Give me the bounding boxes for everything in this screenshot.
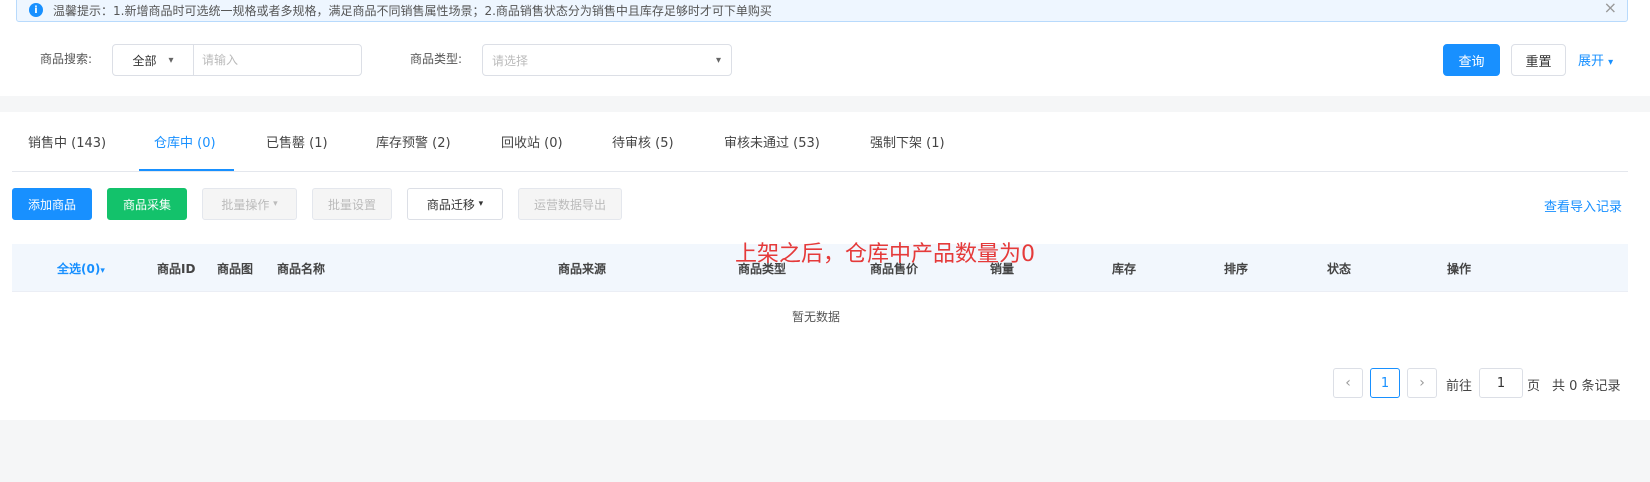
tab-stock-warning[interactable]: 库存预警 (2): [376, 132, 451, 151]
product-type-label: 商品类型:: [410, 52, 463, 66]
info-icon: i: [29, 3, 43, 17]
tab-in-warehouse[interactable]: 仓库中 (0): [154, 132, 216, 151]
tip-alert: i 温馨提示：1.新增商品时可选统一规格或者多规格，满足商品不同销售属性场景；2…: [16, 0, 1628, 22]
tab-force-removed[interactable]: 强制下架 (1): [870, 132, 945, 151]
search-scope-select[interactable]: 全部 ▾: [112, 44, 194, 76]
collect-product-button[interactable]: 商品采集: [107, 188, 187, 220]
migrate-product-button[interactable]: 商品迁移 ▾: [407, 188, 503, 220]
chevron-down-icon: ▾: [478, 199, 484, 209]
chevron-right-icon: ›: [1419, 375, 1425, 391]
search-input[interactable]: [193, 44, 362, 76]
reset-button[interactable]: 重置: [1511, 44, 1566, 76]
select-all-label: 全选(0): [57, 262, 101, 276]
product-search-label: 商品搜索:: [40, 52, 93, 66]
tab-review-rejected[interactable]: 审核未通过 (53): [724, 132, 820, 151]
view-import-records-link[interactable]: 查看导入记录: [1544, 196, 1622, 215]
add-product-button[interactable]: 添加商品: [12, 188, 92, 220]
product-type-placeholder: 请选择: [492, 53, 529, 68]
expand-label: 展开: [1578, 54, 1605, 69]
col-product-name: 商品名称: [277, 262, 326, 276]
filter-panel: i 温馨提示：1.新增商品时可选统一规格或者多规格，满足商品不同销售属性场景；2…: [0, 0, 1650, 96]
batch-operation-label: 批量操作: [221, 197, 270, 212]
tip-text: 温馨提示：1.新增商品时可选统一规格或者多规格，满足商品不同销售属性场景；2.商…: [53, 3, 772, 18]
migrate-label: 商品迁移: [426, 197, 475, 212]
goto-label: 前往: [1446, 379, 1473, 394]
col-actions: 操作: [1447, 262, 1472, 276]
select-all-dropdown[interactable]: 全选(0)▾: [57, 260, 105, 277]
chevron-down-icon: ▾: [100, 266, 105, 276]
batch-settings-button[interactable]: 批量设置: [312, 188, 392, 220]
tab-recycle-bin[interactable]: 回收站 (0): [501, 132, 563, 151]
chevron-down-icon: ▾: [1608, 57, 1614, 68]
col-product-image: 商品图: [217, 262, 254, 276]
next-page-button[interactable]: ›: [1407, 368, 1437, 398]
prev-page-button[interactable]: ‹: [1333, 368, 1363, 398]
tab-pending-review[interactable]: 待审核 (5): [612, 132, 674, 151]
product-type-select[interactable]: 请选择 ▾: [482, 44, 732, 76]
close-icon[interactable]: ×: [1604, 0, 1617, 16]
status-tabs: 销售中 (143) 仓库中 (0) 已售罄 (1) 库存预警 (2) 回收站 (…: [12, 112, 1628, 172]
col-product-source: 商品来源: [558, 262, 607, 276]
col-status: 状态: [1327, 262, 1352, 276]
page-number-button[interactable]: 1: [1370, 368, 1400, 398]
active-tab-indicator: [139, 169, 234, 171]
query-button[interactable]: 查询: [1443, 44, 1500, 76]
page-unit-label: 页: [1527, 379, 1541, 394]
tab-on-sale[interactable]: 销售中 (143): [28, 132, 106, 151]
col-product-id: 商品ID: [157, 262, 196, 276]
chevron-down-icon: ▾: [715, 54, 721, 66]
col-sort: 排序: [1224, 262, 1249, 276]
expand-toggle[interactable]: 展开 ▾: [1578, 50, 1613, 69]
total-records-label: 共 0 条记录: [1552, 379, 1621, 394]
goto-page-input[interactable]: [1479, 368, 1523, 398]
product-list-panel: 销售中 (143) 仓库中 (0) 已售罄 (1) 库存预警 (2) 回收站 (…: [0, 112, 1650, 420]
col-stock: 库存: [1112, 262, 1137, 276]
tab-sold-out[interactable]: 已售罄 (1): [266, 132, 328, 151]
chevron-down-icon: ▾: [273, 199, 278, 209]
chevron-left-icon: ‹: [1345, 375, 1351, 391]
chevron-down-icon: ▾: [168, 54, 174, 66]
export-data-button[interactable]: 运营数据导出: [518, 188, 622, 220]
batch-operation-button[interactable]: 批量操作 ▾: [202, 188, 297, 220]
search-scope-value: 全部: [132, 53, 157, 68]
empty-state-text: 暂无数据: [792, 310, 841, 324]
annotation-note: 上架之后，仓库中产品数量为0: [735, 242, 1035, 267]
